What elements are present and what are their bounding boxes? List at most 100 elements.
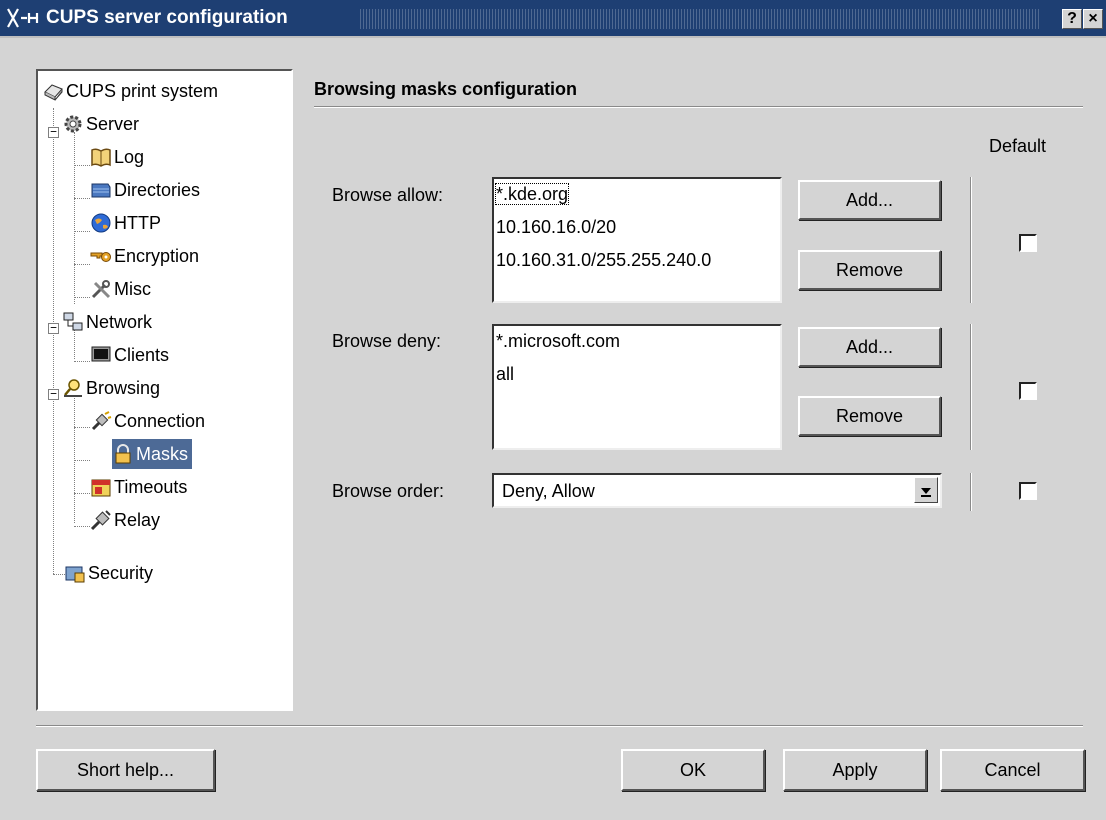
- tree-item-label: CUPS print system: [66, 81, 219, 101]
- tree-item-label: Timeouts: [114, 477, 188, 497]
- tree-connector: [74, 132, 75, 304]
- tree-item-cups-print-system[interactable]: CUPS print system: [42, 76, 218, 106]
- tree-item-masks[interactable]: Masks: [112, 439, 193, 469]
- tree-item-label: Encryption: [114, 246, 200, 266]
- tree-item-connection[interactable]: Connection: [90, 406, 205, 436]
- section-separator: [314, 106, 1083, 108]
- tree-connector: [74, 264, 90, 265]
- tree-item-label: Misc: [114, 279, 151, 299]
- browse-allow-label: Browse allow:: [332, 185, 444, 205]
- tree-item-label: Server: [86, 114, 140, 134]
- footer-separator: [36, 725, 1083, 727]
- tree-item-server[interactable]: Server: [62, 109, 139, 139]
- window-title: CUPS server configuration: [46, 7, 288, 28]
- close-button[interactable]: ×: [1083, 9, 1103, 29]
- network-icon: [63, 312, 83, 331]
- tree-item-browsing[interactable]: Browsing: [62, 373, 160, 403]
- list-item[interactable]: all: [494, 359, 780, 392]
- printer-icon: [44, 84, 63, 101]
- column-separator: [970, 324, 972, 450]
- tree-item-relay[interactable]: Relay: [90, 505, 160, 535]
- window-menu-icon[interactable]: [6, 6, 40, 30]
- tree-connector: [74, 427, 90, 428]
- browse-deny-remove-button[interactable]: Remove: [798, 396, 941, 436]
- browse-icon: [64, 379, 82, 397]
- browse-allow-default-checkbox[interactable]: [1019, 234, 1037, 252]
- tree-item-label: HTTP: [114, 213, 161, 233]
- browse-allow-add-button[interactable]: Add...: [798, 180, 941, 220]
- browse-order-select[interactable]: Deny, Allow: [492, 473, 942, 508]
- browse-deny-add-button[interactable]: Add...: [798, 327, 941, 367]
- tree-item-misc[interactable]: Misc: [90, 274, 151, 304]
- tree-item-label: Security: [88, 563, 154, 583]
- browse-deny-default-checkbox[interactable]: [1019, 382, 1037, 400]
- list-item[interactable]: *.microsoft.com: [494, 326, 780, 359]
- apply-button[interactable]: Apply: [783, 749, 927, 791]
- tree-item-directories[interactable]: Directories: [90, 175, 200, 205]
- plug-icon: [91, 411, 112, 431]
- tree-item-log[interactable]: Log: [90, 142, 144, 172]
- default-column-header: Default: [989, 136, 1047, 156]
- section-title: Browsing masks configuration: [314, 79, 578, 99]
- tree-item-label: Relay: [114, 510, 161, 530]
- list-item[interactable]: *.kde.org: [494, 179, 780, 212]
- browse-allow-list[interactable]: *.kde.org 10.160.16.0/20 10.160.31.0/255…: [492, 177, 782, 303]
- tree-connector: [74, 198, 90, 199]
- title-bar-texture: [360, 9, 1040, 29]
- cancel-button[interactable]: Cancel: [940, 749, 1085, 791]
- security-icon: [65, 566, 85, 583]
- tree-item-label: Log: [114, 147, 145, 167]
- tree-item-label: Directories: [114, 180, 201, 200]
- gear-icon: [64, 115, 82, 133]
- tree-item-clients[interactable]: Clients: [90, 340, 169, 370]
- relay-icon: [90, 510, 111, 531]
- title-bar[interactable]: CUPS server configuration ? ×: [0, 0, 1106, 38]
- monitor-icon: [91, 346, 111, 362]
- tree-item-label: Network: [86, 312, 153, 332]
- config-tree[interactable]: − − − CUPS print system Server Log Direc…: [36, 69, 293, 711]
- tree-connector: [74, 297, 90, 298]
- browse-deny-label: Browse deny:: [332, 331, 442, 351]
- dialog-body: − − − CUPS print system Server Log Direc…: [8, 38, 1106, 820]
- tree-connector: [74, 493, 90, 494]
- tree-item-label: Connection: [114, 411, 206, 431]
- lock-icon: [115, 444, 131, 464]
- list-item[interactable]: 10.160.16.0/20: [494, 212, 780, 245]
- tree-connector: [74, 231, 90, 232]
- tree-item-label: Masks: [136, 444, 189, 464]
- tree-connector: [74, 460, 90, 461]
- browse-allow-remove-button[interactable]: Remove: [798, 250, 941, 290]
- browse-deny-list[interactable]: *.microsoft.com all: [492, 324, 782, 450]
- tree-connector: [74, 526, 90, 527]
- column-separator: [970, 473, 972, 511]
- chevron-down-icon[interactable]: [914, 477, 938, 503]
- help-button[interactable]: ?: [1062, 9, 1082, 29]
- tree-item-security[interactable]: Security: [64, 558, 153, 588]
- timer-icon: [91, 479, 111, 497]
- tree-item-label: Clients: [114, 345, 170, 365]
- tree-item-network[interactable]: Network: [62, 307, 152, 337]
- ok-button[interactable]: OK: [621, 749, 765, 791]
- browse-order-label: Browse order:: [332, 481, 445, 501]
- column-separator: [970, 177, 972, 303]
- collapse-network-toggle[interactable]: −: [48, 322, 59, 334]
- tree-connector: [74, 361, 90, 362]
- key-icon: [90, 252, 111, 262]
- tree-item-label: Browsing: [86, 378, 161, 398]
- tree-connector: [74, 395, 75, 523]
- tree-item-timeouts[interactable]: Timeouts: [90, 472, 187, 502]
- tree-item-http[interactable]: HTTP: [90, 208, 161, 238]
- short-help-button[interactable]: Short help...: [36, 749, 215, 791]
- browse-order-value: Deny, Allow: [502, 481, 595, 501]
- tree-connector: [74, 165, 90, 166]
- tree-connector: [53, 108, 54, 574]
- folder-stack-icon: [91, 183, 111, 198]
- tools-icon: [91, 280, 111, 299]
- collapse-server-toggle[interactable]: −: [48, 126, 59, 138]
- book-icon: [91, 148, 111, 167]
- list-item[interactable]: 10.160.31.0/255.255.240.0: [494, 245, 780, 278]
- globe-icon: [91, 213, 111, 233]
- browse-order-default-checkbox[interactable]: [1019, 482, 1037, 500]
- tree-item-encryption[interactable]: Encryption: [90, 241, 199, 271]
- collapse-browsing-toggle[interactable]: −: [48, 388, 59, 400]
